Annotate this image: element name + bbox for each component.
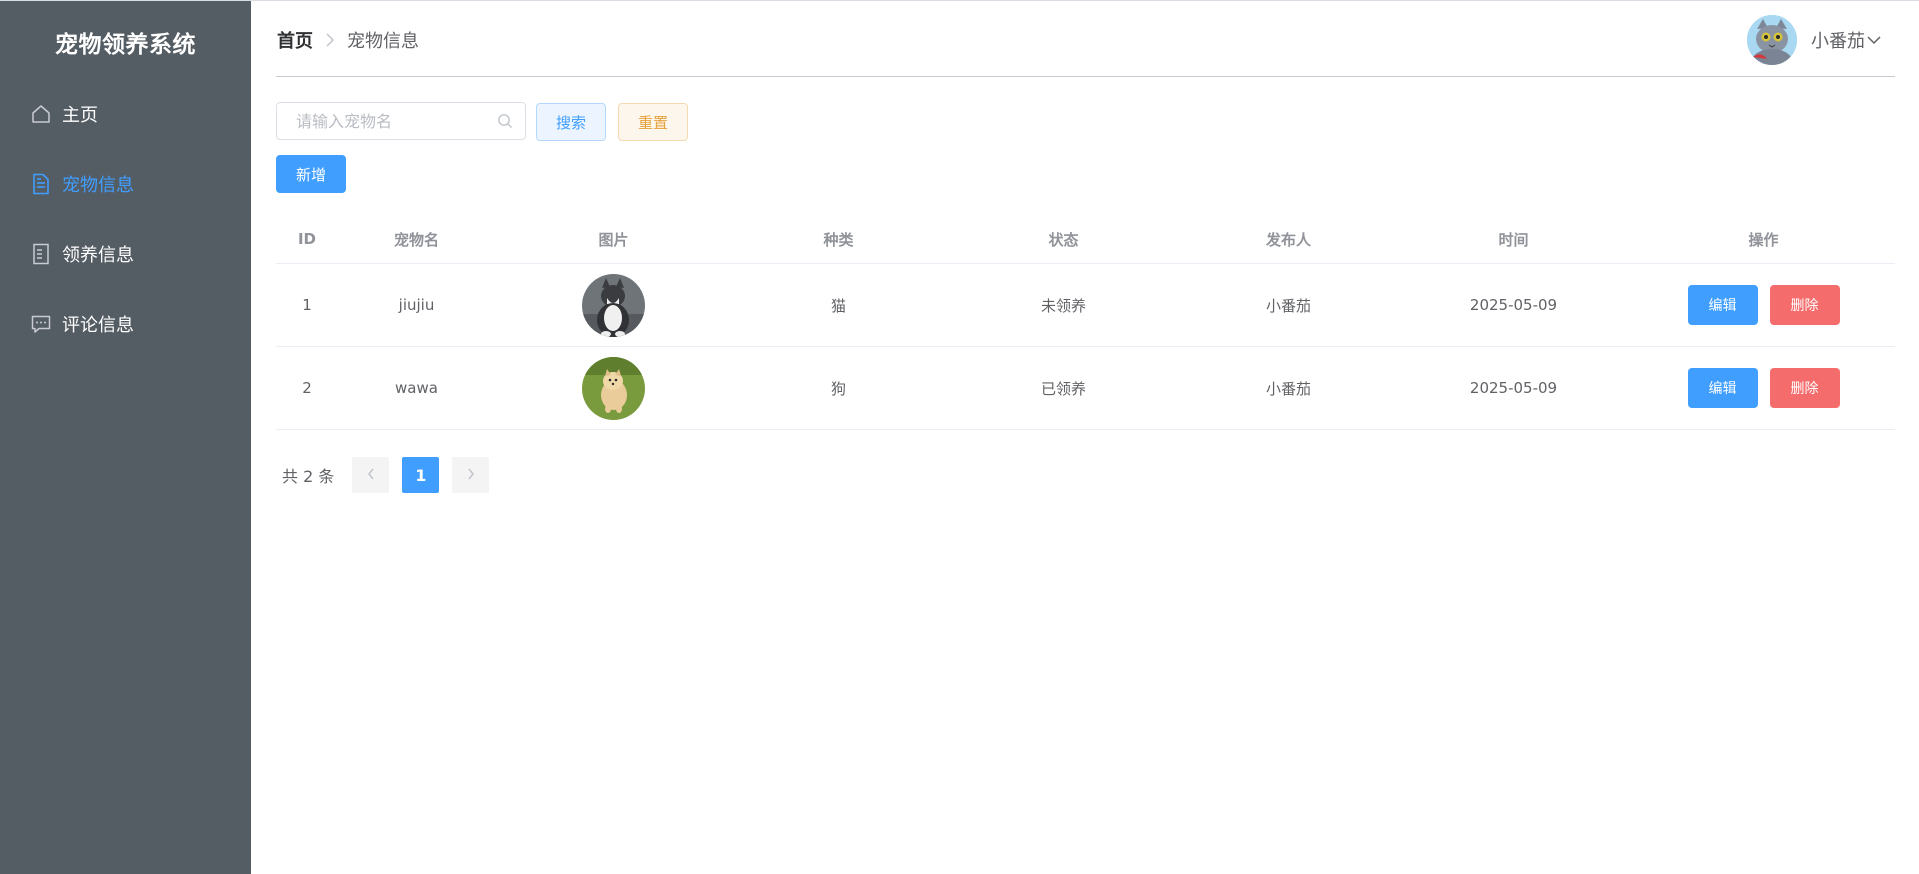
table-row: 1 jiujiu 猫 未领养 小番茄 2025-05-09 编辑 删除 [276, 264, 1895, 347]
table-row: 2 wawa 狗 已领养 小番茄 2025-05-09 编辑 删除 [276, 347, 1895, 430]
header-type: 种类 [823, 230, 854, 249]
header-time: 时间 [1498, 230, 1529, 249]
header-publisher: 发布人 [1265, 230, 1311, 249]
cell-operations: 编辑 删除 [1632, 264, 1895, 346]
avatar [1747, 15, 1797, 65]
sidebar-item-pet-info[interactable]: 宠物信息 [0, 156, 251, 212]
breadcrumb-current: 宠物信息 [347, 31, 419, 52]
dog-photo[interactable] [582, 356, 645, 420]
house-icon [31, 103, 51, 125]
header-divider [276, 76, 1895, 77]
edit-button[interactable]: 编辑 [1687, 285, 1758, 325]
cell-name: jiujiu [398, 296, 435, 314]
header-status: 状态 [1048, 230, 1079, 249]
document-icon [31, 173, 51, 195]
edit-button[interactable]: 编辑 [1687, 368, 1758, 408]
cell-time: 2025-05-09 [1469, 379, 1558, 397]
sidebar-item-comment-info[interactable]: 评论信息 [0, 296, 251, 352]
chevron-right-icon [325, 33, 335, 47]
page-number-button[interactable]: 1 [402, 457, 440, 493]
cell-type: 猫 [830, 296, 846, 315]
breadcrumb: 首页 宠物信息 [277, 27, 419, 53]
add-button[interactable]: 新增 [276, 155, 346, 193]
delete-button[interactable]: 删除 [1769, 285, 1840, 325]
cell-name: wawa [395, 379, 438, 397]
app-root: 宠物领养系统 主页 宠物信息 领养信息 评论信息 首页 宠物信息 小番茄 请输入… [0, 0, 1919, 874]
sidebar-item-label: 主页 [62, 105, 98, 126]
header-image: 图片 [598, 230, 629, 249]
user-dropdown[interactable]: 小番茄 [1747, 15, 1881, 65]
sidebar-item-label: 领养信息 [62, 245, 134, 266]
sidebar-item-adoption-info[interactable]: 领养信息 [0, 226, 251, 282]
header-operations: 操作 [1748, 230, 1779, 249]
cat-photo[interactable] [582, 273, 645, 337]
sidebar: 宠物领养系统 主页 宠物信息 领养信息 评论信息 [0, 1, 251, 874]
cell-image [495, 264, 732, 346]
pagination: 共 2 条 1 [282, 457, 502, 493]
cell-id: 2 [302, 379, 312, 397]
search-input[interactable] [277, 103, 506, 139]
header-id: ID [297, 230, 317, 248]
cell-publisher: 小番茄 [1265, 296, 1311, 315]
cell-status: 未领养 [1040, 296, 1086, 315]
chevron-right-icon [466, 466, 476, 485]
sidebar-item-label: 评论信息 [62, 315, 134, 336]
cell-status: 已领养 [1040, 379, 1086, 398]
chevron-down-icon [1867, 35, 1881, 45]
cell-id: 1 [302, 296, 312, 314]
chevron-left-icon [366, 466, 376, 485]
breadcrumb-home-link[interactable]: 首页 [277, 27, 313, 53]
cell-publisher: 小番茄 [1265, 379, 1311, 398]
pet-table: ID 宠物名 图片 种类 状态 发布人 时间 操作 1 jiujiu 猫 未领养… [276, 215, 1895, 430]
sidebar-item-home[interactable]: 主页 [0, 86, 251, 142]
header-name: 宠物名 [393, 230, 439, 249]
app-title: 宠物领养系统 [55, 32, 196, 58]
cell-operations: 编辑 删除 [1632, 347, 1895, 429]
next-page-button[interactable] [452, 457, 490, 493]
tickets-icon [31, 243, 51, 265]
cell-image [495, 347, 732, 429]
cell-type: 狗 [830, 379, 846, 398]
chat-icon [31, 313, 51, 335]
header: 首页 宠物信息 小番茄 [251, 1, 1919, 77]
search-field[interactable] [276, 102, 526, 140]
pagination-total: 共 2 条 [282, 467, 335, 486]
sidebar-item-label: 宠物信息 [62, 175, 134, 196]
search-icon[interactable] [497, 113, 513, 133]
delete-button[interactable]: 删除 [1769, 368, 1840, 408]
table-header: ID 宠物名 图片 种类 状态 发布人 时间 操作 [276, 215, 1895, 264]
search-button[interactable]: 搜索 [536, 103, 606, 141]
prev-page-button[interactable] [352, 457, 390, 493]
cell-time: 2025-05-09 [1469, 296, 1558, 314]
reset-button[interactable]: 重置 [618, 103, 688, 141]
username: 小番茄 [1811, 31, 1865, 52]
